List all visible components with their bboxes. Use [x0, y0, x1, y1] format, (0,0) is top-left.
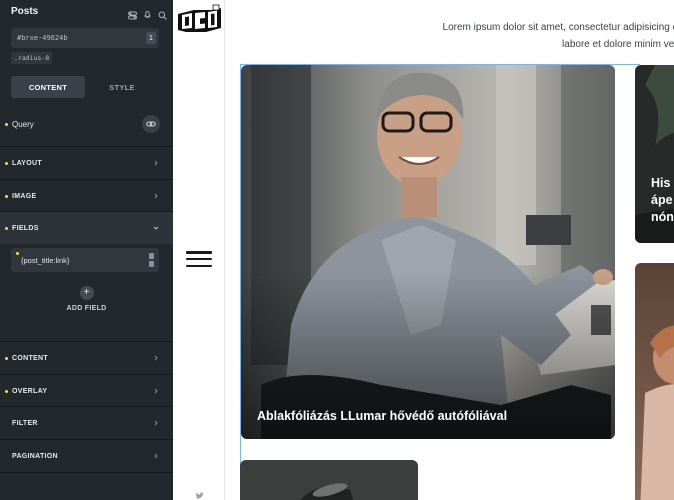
post-title[interactable]: Ablakfóliázás LLumar hővédő autófóliával: [257, 409, 507, 423]
section-image-label: IMAGE: [12, 192, 37, 200]
plus-icon[interactable]: +: [79, 286, 94, 300]
field-value[interactable]: {post_title:link}: [21, 256, 149, 265]
tab-content[interactable]: CONTENT: [11, 76, 85, 98]
post-card[interactable]: Ablakfóliázás LLumar hővédő autófóliával: [241, 65, 615, 439]
chevron-down-icon: [153, 226, 159, 230]
post-card[interactable]: His v ápe nón: [635, 65, 674, 243]
post-title-line: ápe: [651, 193, 673, 207]
chevron-right-icon: [154, 355, 158, 361]
section-overlay[interactable]: OVERLAY: [0, 374, 173, 407]
query-control[interactable]: Query: [0, 114, 173, 134]
add-field-label[interactable]: ADD FIELD: [66, 305, 106, 312]
hamburger-line: [186, 251, 212, 254]
trash-icon[interactable]: [149, 253, 154, 259]
panel-tabs: CONTENT STYLE: [11, 76, 159, 98]
panel-title: Posts: [11, 5, 39, 17]
section-content[interactable]: CONTENT: [0, 341, 173, 374]
logo[interactable]: [176, 4, 222, 34]
field-item[interactable]: {post_title:link}: [11, 248, 159, 272]
query-link-button[interactable]: [142, 115, 160, 133]
panel-header: Posts: [0, 0, 173, 22]
section-image[interactable]: IMAGE: [0, 179, 173, 212]
post-image: [635, 263, 674, 500]
header-icons: [128, 7, 167, 20]
chevron-right-icon: [154, 160, 158, 166]
section-fields[interactable]: FIELDS: [0, 211, 173, 244]
duplicate-icon[interactable]: [149, 261, 154, 267]
tab-style[interactable]: STYLE: [85, 76, 159, 98]
element-id: #brxe-49624b: [17, 34, 68, 42]
section-pagination-label: PAGINATION: [12, 452, 58, 460]
class-chip[interactable]: .radius-8: [11, 52, 53, 64]
post-image: [240, 460, 418, 500]
mic-icon[interactable]: [143, 7, 152, 18]
element-id-badge[interactable]: 1: [145, 32, 156, 44]
query-label: Query: [12, 119, 34, 129]
section-fields-label: FIELDS: [12, 224, 39, 232]
section-layout-label: LAYOUT: [12, 159, 42, 167]
builder-panel: Posts #brxe-49624b 1 .radius-8 CONTENT S…: [0, 0, 173, 500]
section-content-label: CONTENT: [12, 354, 48, 362]
content-canvas: Lorem ipsum dolor sit amet, consectetur …: [226, 0, 674, 500]
section-overlay-label: OVERLAY: [12, 387, 48, 395]
intro-line: Lorem ipsum dolor sit amet, consectetur …: [442, 22, 674, 33]
hamburger-icon[interactable]: [186, 251, 212, 267]
add-field-control[interactable]: + ADD FIELD: [0, 286, 173, 312]
twitter-icon[interactable]: [195, 492, 204, 500]
post-card[interactable]: [240, 460, 418, 500]
toggle-icon[interactable]: [128, 7, 137, 19]
section-indicator: [5, 161, 8, 165]
chevron-right-icon: [154, 193, 158, 199]
section-indicator: [5, 226, 8, 230]
chevron-right-icon: [154, 453, 158, 459]
section-divider: [0, 472, 173, 500]
post-title-line: His v: [651, 176, 674, 190]
section-filter[interactable]: FILTER: [0, 406, 173, 439]
hamburger-line: [186, 264, 212, 267]
section-filter-label: FILTER: [12, 419, 38, 427]
intro-text: Lorem ipsum dolor sit amet, consectetur …: [356, 19, 674, 53]
hamburger-line: [186, 257, 212, 261]
search-icon[interactable]: [158, 7, 167, 20]
section-indicator: [5, 389, 8, 393]
post-card[interactable]: [635, 263, 674, 500]
post-title-line: nón: [651, 210, 674, 224]
post-image: [241, 65, 615, 439]
section-indicator: [5, 194, 8, 198]
chevron-right-icon: [154, 388, 158, 394]
intro-line: labore et dolore minim veniam: [562, 39, 674, 50]
site-header: [173, 0, 225, 500]
post-title[interactable]: His v ápe nón: [651, 175, 674, 226]
field-actions: [149, 253, 154, 267]
chevron-right-icon: [154, 420, 158, 426]
query-set-indicator: [5, 122, 8, 126]
field-indicator: [16, 252, 19, 255]
element-id-field[interactable]: #brxe-49624b 1: [11, 28, 159, 48]
section-pagination[interactable]: PAGINATION: [0, 439, 173, 472]
section-indicator: [5, 356, 8, 360]
section-layout[interactable]: LAYOUT: [0, 146, 173, 179]
link-icon: [146, 121, 156, 127]
